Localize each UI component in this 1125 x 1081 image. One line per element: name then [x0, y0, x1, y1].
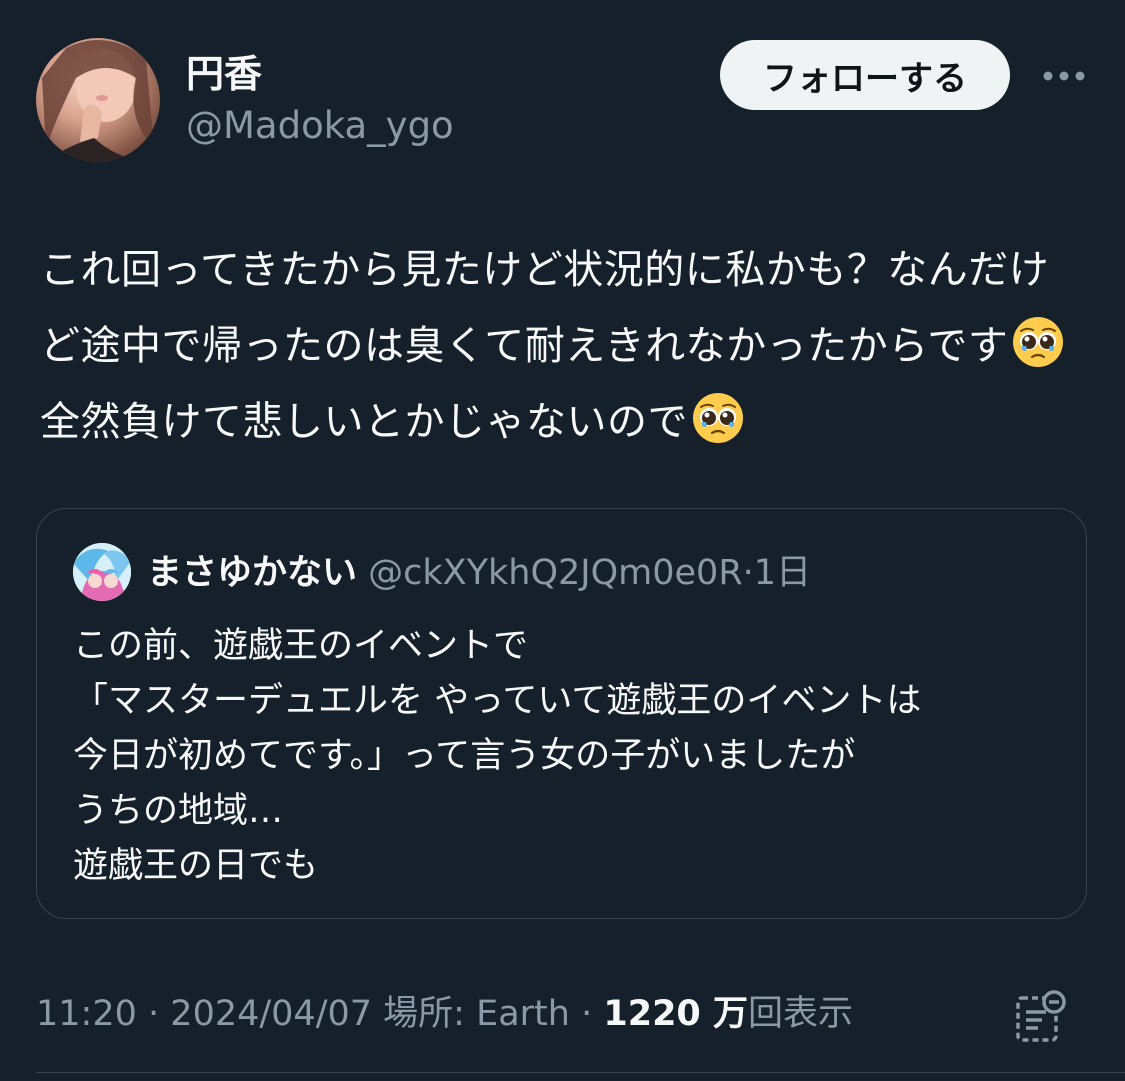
tweet-text-part-1: これ回ってきたから見たけど状況的に私かも？なんだけど途中で帰ったのは臭くて耐えき…	[40, 247, 1050, 369]
meta-separator: ·	[581, 994, 593, 1034]
tweet-metadata: 11:20 · 2024/04/07 場所: Earth · 1220 万回表示	[36, 990, 853, 1038]
more-horizontal-icon	[1043, 71, 1085, 81]
quote-author-handle[interactable]: @ckXYkhQ2JQm0e0R	[368, 553, 743, 593]
analytics-icon	[1016, 990, 1066, 1042]
quote-text-line: この前、遊戯王のイベントで	[73, 626, 529, 666]
tweet-time[interactable]: 11:20	[36, 994, 137, 1034]
tweet-text: これ回ってきたから見たけど状況的に私かも？なんだけど途中で帰ったのは臭くて耐えき…	[40, 232, 1085, 460]
quote-author-name[interactable]: まさゆかない	[147, 553, 357, 593]
quote-timestamp[interactable]: 1日	[754, 553, 811, 593]
author-display-name[interactable]: 円香	[186, 52, 262, 96]
quoted-tweet-card[interactable]: まさゆかない @ckXYkhQ2JQm0e0R·1日 この前、遊戯王のイベントで…	[36, 508, 1087, 919]
quote-author-avatar[interactable]	[73, 543, 131, 601]
tweet-text-part-2: 全然負けて悲しいとかじゃないので	[40, 399, 688, 445]
views-count: 1220 万	[603, 994, 748, 1034]
author-handle[interactable]: @Madoka_ygo	[186, 104, 454, 148]
tweet-location: 場所: Earth	[383, 994, 570, 1034]
quote-text-line: うちの地域…	[73, 791, 284, 831]
quote-text: この前、遊戯王のイベントで 「マスターデュエルを やっていて遊戯王のイベントは …	[73, 619, 1063, 894]
quote-text-line: 今日が初めてです。」って言う女の子がいましたが	[73, 736, 856, 776]
quote-text-line: 「マスターデュエルを やっていて遊戯王のイベントは	[73, 681, 922, 721]
pleading-face-icon	[693, 393, 743, 443]
quote-separator: ·	[742, 553, 754, 593]
follow-button[interactable]: フォローする	[720, 40, 1010, 110]
quote-text-line: 遊戯王の日でも	[73, 846, 319, 886]
more-button[interactable]	[1036, 56, 1092, 96]
quote-author-line: まさゆかない @ckXYkhQ2JQm0e0R·1日	[147, 549, 811, 597]
divider	[36, 1072, 1125, 1073]
pleading-face-icon	[1013, 317, 1064, 367]
analytics-button[interactable]	[1012, 988, 1070, 1046]
views-label: 回表示	[747, 994, 853, 1034]
tweet-date[interactable]: 2024/04/07	[170, 994, 372, 1034]
author-avatar[interactable]	[36, 38, 160, 162]
tweet-header: 円香 @Madoka_ygo フォローする	[0, 0, 1125, 190]
meta-separator: ·	[148, 994, 160, 1034]
